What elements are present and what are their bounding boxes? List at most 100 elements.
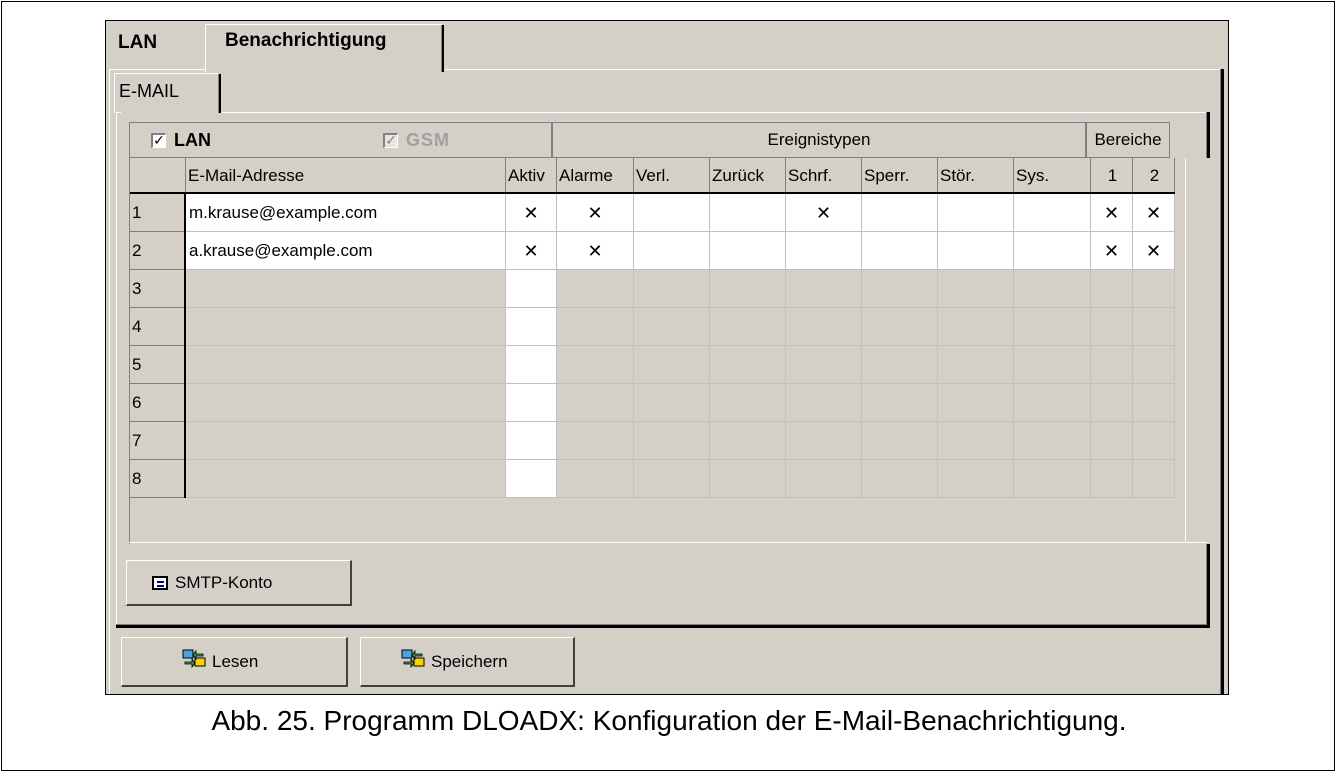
- cell-stor[interactable]: [938, 194, 1014, 232]
- cell-bereich-1[interactable]: [1091, 308, 1133, 346]
- cell-schrf[interactable]: [786, 346, 862, 384]
- cell-schrf[interactable]: [786, 232, 862, 270]
- read-button[interactable]: Lesen: [121, 637, 348, 687]
- cell-alarme[interactable]: [557, 346, 634, 384]
- cell-email-address[interactable]: [186, 346, 506, 384]
- cell-sys[interactable]: [1014, 346, 1091, 384]
- cell-sperr[interactable]: [862, 194, 938, 232]
- cell-aktiv[interactable]: [506, 346, 557, 384]
- cell-verl[interactable]: [634, 346, 710, 384]
- lan-checkbox[interactable]: ✓: [151, 133, 166, 148]
- cell-sperr[interactable]: [862, 270, 938, 308]
- cell-zuruck[interactable]: [710, 270, 786, 308]
- cell-alarme[interactable]: ✕: [557, 194, 634, 232]
- cell-sys[interactable]: [1014, 422, 1091, 460]
- cell-alarme[interactable]: [557, 270, 634, 308]
- cell-schrf[interactable]: [786, 422, 862, 460]
- cell-bereich-2[interactable]: [1133, 384, 1175, 422]
- cell-stor[interactable]: [938, 308, 1014, 346]
- cell-verl[interactable]: [634, 232, 710, 270]
- cell-email-address[interactable]: [186, 308, 506, 346]
- cell-alarme[interactable]: [557, 384, 634, 422]
- cell-aktiv[interactable]: ✕: [506, 232, 557, 270]
- cell-stor[interactable]: [938, 232, 1014, 270]
- cell-email-address[interactable]: [186, 270, 506, 308]
- tab-benachrichtigung[interactable]: Benachrichtigung: [205, 24, 446, 72]
- cell-email-address[interactable]: [186, 422, 506, 460]
- cell-bereich-2[interactable]: [1133, 346, 1175, 384]
- smtp-account-button[interactable]: SMTP-Konto: [126, 560, 352, 606]
- cell-verl[interactable]: [634, 460, 710, 498]
- cell-alarme[interactable]: [557, 308, 634, 346]
- cell-stor[interactable]: [938, 384, 1014, 422]
- cell-sys[interactable]: [1014, 384, 1091, 422]
- cell-bereich-2[interactable]: [1133, 308, 1175, 346]
- cell-bereich-2[interactable]: [1133, 460, 1175, 498]
- cell-bereich-1[interactable]: ✕: [1091, 194, 1133, 232]
- email-grid[interactable]: E-Mail-Adresse Aktiv Alarme Verl. Zurück Schr…: [129, 158, 1210, 544]
- cell-sys[interactable]: [1014, 460, 1091, 498]
- column-header-sperr: Sperr.: [862, 158, 938, 194]
- cell-aktiv[interactable]: [506, 384, 557, 422]
- cell-sperr[interactable]: [862, 346, 938, 384]
- cell-email-address[interactable]: m.krause@example.com: [186, 194, 506, 232]
- cell-alarme[interactable]: ✕: [557, 232, 634, 270]
- cell-bereich-1[interactable]: [1091, 270, 1133, 308]
- cell-verl[interactable]: [634, 308, 710, 346]
- cell-stor[interactable]: [938, 460, 1014, 498]
- cell-verl[interactable]: [634, 270, 710, 308]
- cell-alarme[interactable]: [557, 460, 634, 498]
- tab-lan[interactable]: LAN: [118, 30, 157, 56]
- cell-verl[interactable]: [634, 194, 710, 232]
- cell-sperr[interactable]: [862, 308, 938, 346]
- cell-zuruck[interactable]: [710, 194, 786, 232]
- cell-bereich-2[interactable]: [1133, 422, 1175, 460]
- cell-zuruck[interactable]: [710, 232, 786, 270]
- cell-bereich-2[interactable]: [1133, 270, 1175, 308]
- cell-stor[interactable]: [938, 270, 1014, 308]
- cell-stor[interactable]: [938, 422, 1014, 460]
- cell-email-address[interactable]: [186, 384, 506, 422]
- cell-schrf[interactable]: [786, 384, 862, 422]
- cell-stor[interactable]: [938, 346, 1014, 384]
- cell-sys[interactable]: [1014, 270, 1091, 308]
- cell-schrf[interactable]: ✕: [786, 194, 862, 232]
- cell-zuruck[interactable]: [710, 384, 786, 422]
- cell-email-address[interactable]: [186, 460, 506, 498]
- cell-zuruck[interactable]: [710, 346, 786, 384]
- cell-schrf[interactable]: [786, 270, 862, 308]
- cell-bereich-1[interactable]: [1091, 460, 1133, 498]
- cell-sys[interactable]: [1014, 232, 1091, 270]
- cell-aktiv[interactable]: [506, 270, 557, 308]
- cell-sperr[interactable]: [862, 460, 938, 498]
- gsm-checkbox-label[interactable]: GSM: [406, 129, 450, 151]
- save-button[interactable]: Speichern: [360, 637, 575, 687]
- cell-bereich-2[interactable]: ✕: [1133, 232, 1175, 270]
- cell-alarme[interactable]: [557, 422, 634, 460]
- cell-bereich-1[interactable]: [1091, 422, 1133, 460]
- subtab-email[interactable]: E-MAIL: [114, 73, 222, 113]
- cell-schrf[interactable]: [786, 308, 862, 346]
- cell-sys[interactable]: [1014, 308, 1091, 346]
- gsm-checkbox[interactable]: ✓: [383, 133, 398, 148]
- cell-sperr[interactable]: [862, 422, 938, 460]
- cell-zuruck[interactable]: [710, 308, 786, 346]
- cell-aktiv[interactable]: ✕: [506, 194, 557, 232]
- cell-aktiv[interactable]: [506, 460, 557, 498]
- lan-checkbox-label[interactable]: LAN: [174, 129, 211, 151]
- cell-bereich-1[interactable]: [1091, 346, 1133, 384]
- cell-sys[interactable]: [1014, 194, 1091, 232]
- cell-sperr[interactable]: [862, 384, 938, 422]
- cell-zuruck[interactable]: [710, 422, 786, 460]
- cell-verl[interactable]: [634, 422, 710, 460]
- cell-bereich-1[interactable]: [1091, 384, 1133, 422]
- cell-bereich-2[interactable]: ✕: [1133, 194, 1175, 232]
- cell-aktiv[interactable]: [506, 308, 557, 346]
- cell-aktiv[interactable]: [506, 422, 557, 460]
- cell-bereich-1[interactable]: ✕: [1091, 232, 1133, 270]
- cell-verl[interactable]: [634, 384, 710, 422]
- cell-zuruck[interactable]: [710, 460, 786, 498]
- cell-email-address[interactable]: a.krause@example.com: [186, 232, 506, 270]
- cell-sperr[interactable]: [862, 232, 938, 270]
- cell-schrf[interactable]: [786, 460, 862, 498]
